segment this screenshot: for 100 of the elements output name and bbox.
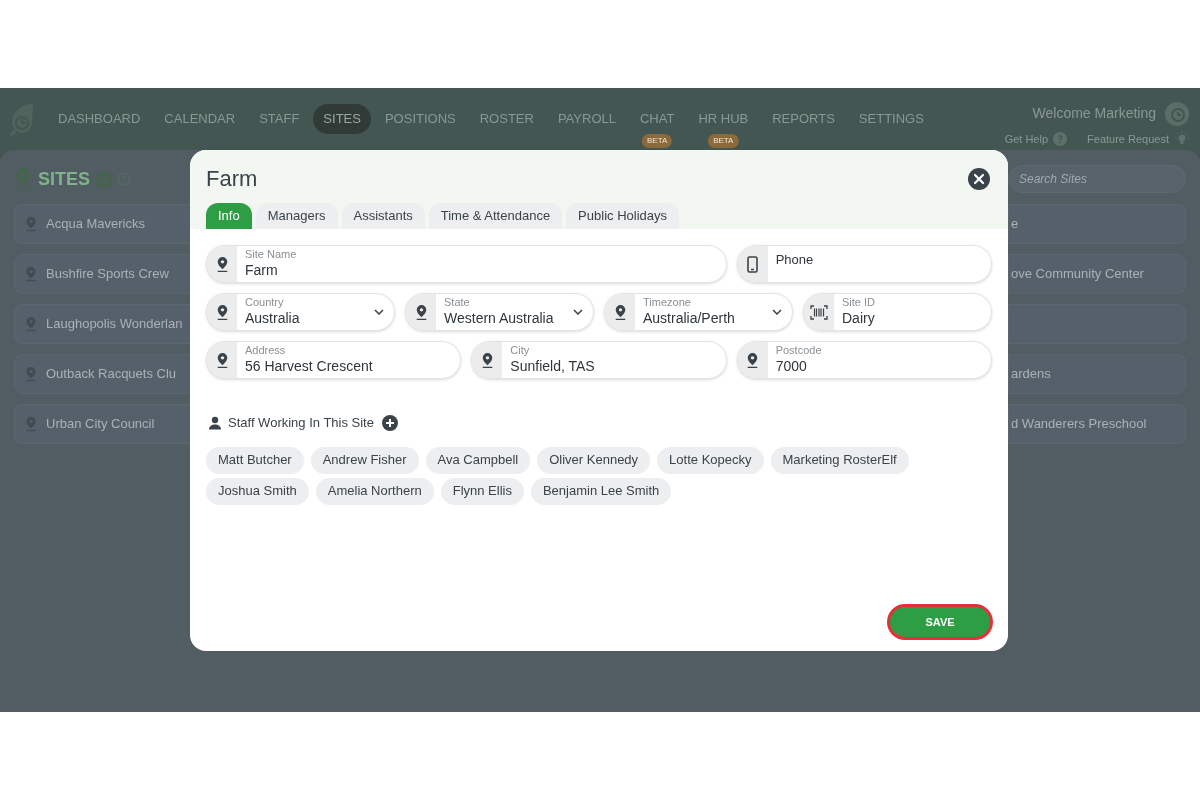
map-pin-icon: [215, 351, 229, 369]
site-name: ove Community Center: [1011, 265, 1144, 284]
input-field[interactable]: Phone: [736, 245, 992, 283]
nav-tab[interactable]: REPORTS: [762, 104, 845, 134]
beta-badge: BETA: [642, 134, 673, 148]
phone-icon: [747, 255, 759, 273]
input-field[interactable]: City Sunfield, TAS: [471, 341, 727, 379]
avatar-icon[interactable]: [1164, 100, 1190, 127]
staff-chip: Lotte Kopecky: [657, 446, 764, 474]
map-pin-icon: [25, 366, 37, 382]
chevron-down-icon: [573, 309, 583, 315]
nav-tab[interactable]: ROSTER: [469, 104, 544, 134]
map-pin-icon: [215, 255, 229, 273]
help-link[interactable]: Get Help: [1004, 130, 1049, 148]
field-label: Postcode: [775, 344, 823, 359]
field-value: 56 Harvest Crescent: [245, 358, 374, 376]
add-icon[interactable]: [381, 414, 398, 431]
input-field[interactable]: Site Name Farm: [206, 245, 727, 283]
lightbulb-icon: [1174, 131, 1190, 147]
map-pin-icon: [25, 316, 37, 332]
field-value: Dairy: [842, 310, 876, 328]
field-value: Western Australia: [444, 310, 555, 328]
feature-request-link[interactable]: Feature Request: [1087, 130, 1169, 148]
close-icon[interactable]: [968, 167, 990, 190]
site-name: Urban City Council: [46, 415, 155, 434]
nav-tab[interactable]: DASHBOARD: [48, 104, 151, 134]
map-pin-icon: [613, 303, 627, 321]
field-value: Sunfield, TAS: [510, 358, 596, 376]
site-card[interactable]: d Wanderers Preschool: [1008, 404, 1186, 444]
site-card[interactable]: e: [1008, 204, 1186, 244]
staff-chip: Flynn Ellis: [440, 477, 524, 505]
nav-tab[interactable]: HR HUB: [688, 104, 759, 134]
field-label: Timezone: [643, 296, 692, 311]
save-button[interactable]: SAVE: [890, 607, 990, 637]
search-placeholder: Search Sites: [1019, 171, 1088, 188]
site-name: e: [1011, 215, 1019, 234]
input-field[interactable]: Site ID Dairy: [803, 293, 992, 331]
map-pin-icon: [414, 303, 428, 321]
map-pin-icon: [25, 416, 37, 432]
beta-badge: BETA: [708, 134, 739, 148]
field-label: Address: [245, 344, 287, 359]
site-name: Outback Racquets Clu: [46, 365, 177, 384]
dialog-tab[interactable]: Time & Attendance: [428, 203, 563, 229]
nav-tab[interactable]: PAYROLL: [547, 104, 626, 134]
nav-tab[interactable]: STAFF: [249, 104, 310, 134]
dialog-tab[interactable]: Managers: [255, 203, 338, 229]
site-name: d Wanderers Preschool: [1011, 415, 1147, 434]
search-field[interactable]: Search Sites: [1008, 165, 1186, 193]
site-name: Bushfire Sports Crew: [46, 265, 169, 284]
map-pin-icon: [215, 303, 229, 321]
site-name: ardens: [1011, 365, 1051, 384]
field-value: 7000: [775, 358, 808, 376]
welcome-text: Welcome Marketing: [1032, 104, 1156, 124]
nav-tab[interactable]: SETTINGS: [848, 104, 934, 134]
select-field[interactable]: Country Australia: [206, 293, 395, 331]
nav-tab[interactable]: CHAT: [629, 104, 685, 134]
person-icon: [208, 415, 222, 430]
staff-chip: Andrew Fisher: [310, 446, 419, 474]
help-icon: [1053, 132, 1068, 146]
chevron-down-icon: [772, 309, 782, 315]
staff-chip: Oliver Kennedy: [537, 446, 651, 474]
map-pin-icon: [25, 266, 37, 282]
input-field[interactable]: Postcode 7000: [736, 341, 992, 379]
nav-tab[interactable]: POSITIONS: [374, 104, 466, 134]
dialog-tab[interactable]: Info: [206, 203, 252, 229]
field-value: Australia: [245, 310, 301, 328]
map-pin-icon: [25, 216, 37, 232]
select-field[interactable]: State Western Australia: [405, 293, 594, 331]
dialog-tab[interactable]: Assistants: [341, 203, 425, 229]
map-pin-icon: [480, 351, 494, 369]
staff-chip: Benjamin Lee Smith: [530, 477, 672, 505]
staff-chip: Joshua Smith: [206, 477, 309, 505]
field-label: Site Name: [245, 248, 298, 263]
field-label: City: [510, 344, 531, 359]
sites-heading: SITES: [38, 167, 90, 191]
site-card[interactable]: [1008, 304, 1186, 344]
nav-tab[interactable]: CALENDAR: [154, 104, 246, 134]
field-label: Country: [245, 296, 285, 311]
site-name: Acqua Mavericks: [46, 215, 145, 234]
site-name: Laughopolis Wonderlan: [46, 315, 183, 334]
staff-chip: Ava Campbell: [425, 446, 531, 474]
field-placeholder: Phone: [775, 251, 815, 269]
dialog-title: Farm: [206, 165, 258, 193]
field-label: State: [444, 296, 471, 311]
map-pin-icon: [746, 351, 760, 369]
field-label: Site ID: [842, 296, 876, 311]
site-card[interactable]: ardens: [1008, 354, 1186, 394]
field-value: Farm: [245, 262, 279, 280]
site-card[interactable]: ove Community Center: [1008, 254, 1186, 294]
staff-chip: Marketing RosterElf: [770, 446, 909, 474]
barcode-icon: [810, 304, 828, 320]
staff-chip: Amelia Northern: [315, 477, 434, 505]
staff-chip: Matt Butcher: [206, 446, 304, 474]
input-field[interactable]: Address 56 Harvest Crescent: [206, 341, 462, 379]
select-field[interactable]: Timezone Australia/Perth: [604, 293, 793, 331]
field-value: Australia/Perth: [643, 310, 736, 328]
dialog-tab[interactable]: Public Holidays: [566, 203, 679, 229]
staff-heading: Staff Working In This Site: [228, 414, 374, 432]
nav-tab[interactable]: SITES: [313, 104, 371, 134]
chevron-down-icon: [374, 309, 384, 315]
